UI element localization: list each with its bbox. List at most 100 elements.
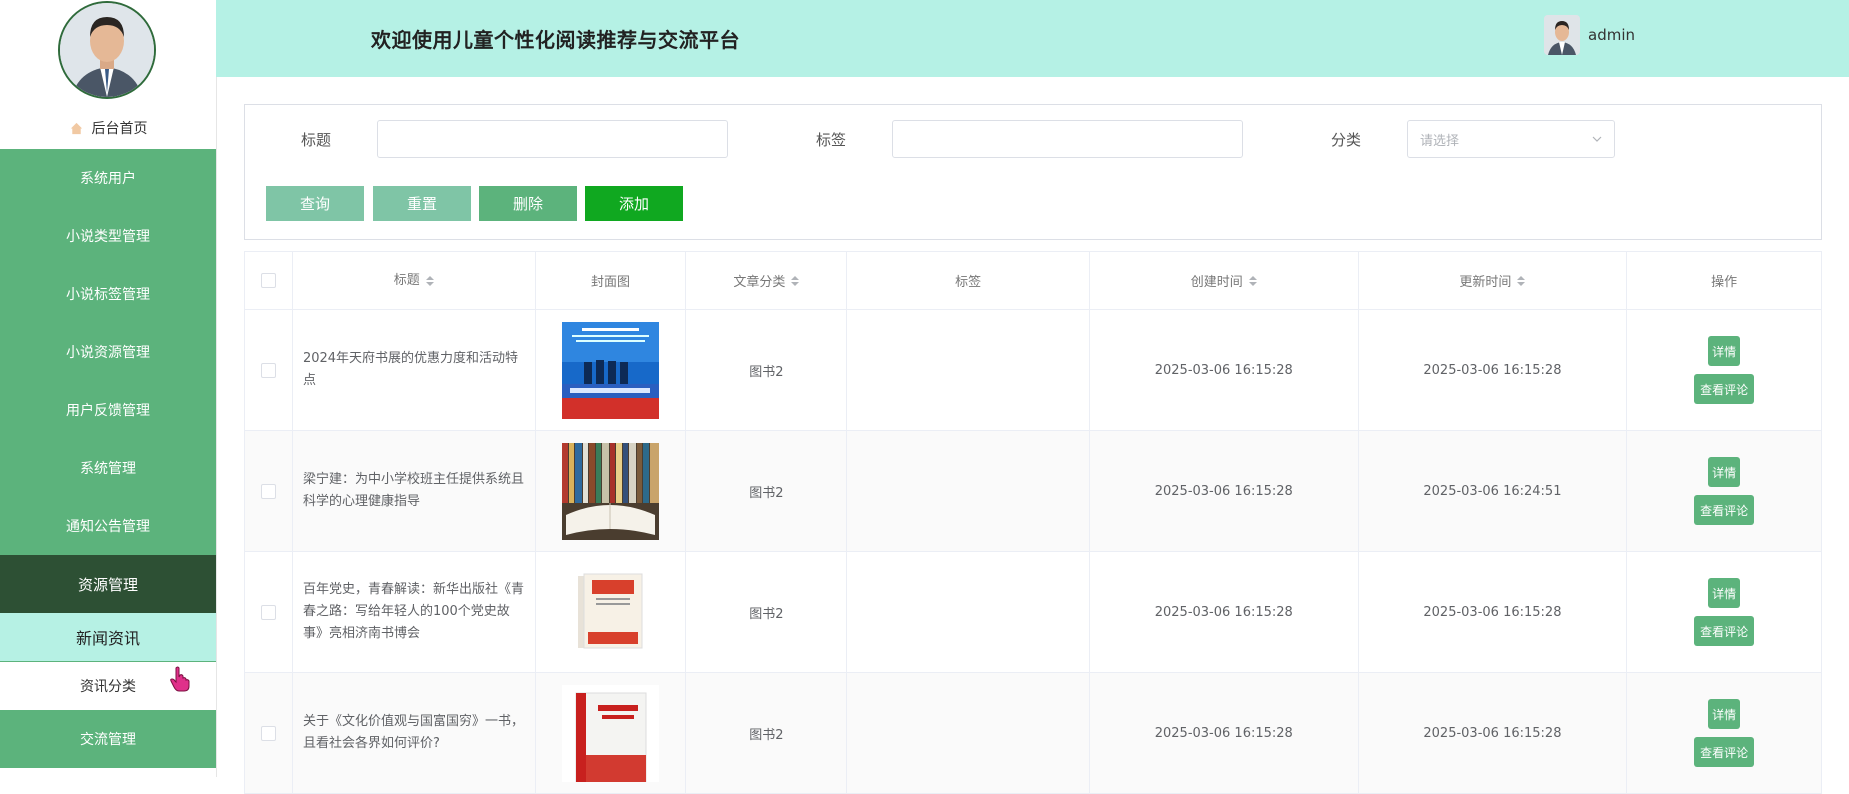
detail-button[interactable]: 详情 <box>1708 578 1741 608</box>
row-checkbox[interactable] <box>260 604 276 620</box>
col-header-tag: 标签 <box>847 252 1090 309</box>
sort-icon[interactable] <box>791 275 800 287</box>
sidebar-item-label: 小说标签管理 <box>66 287 150 303</box>
title-filter-input[interactable] <box>377 120 728 158</box>
sidebar-item-novel-types[interactable]: 小说类型管理 <box>0 207 216 265</box>
cover-image[interactable] <box>562 563 660 661</box>
detail-button[interactable]: 详情 <box>1708 336 1741 366</box>
row-actions: 详情 查看评论 <box>1627 310 1821 430</box>
row-cover-cell <box>536 552 687 672</box>
category-select-placeholder: 请选择 <box>1420 133 1460 149</box>
page-title: 欢迎使用儿童个性化阅读推荐与交流平台 <box>371 28 740 52</box>
row-created-time: 2025-03-06 16:15:28 <box>1090 310 1359 430</box>
row-actions: 详情 查看评论 <box>1627 673 1821 793</box>
row-category: 图书2 <box>686 310 848 430</box>
sidebar-item-feedback[interactable]: 用户反馈管理 <box>0 381 216 439</box>
user-menu[interactable]: admin <box>1544 15 1635 55</box>
home-link[interactable]: 后台首页 <box>0 110 216 146</box>
cover-image[interactable] <box>562 442 660 540</box>
col-header-cover: 封面图 <box>536 252 687 309</box>
sidebar: 后台首页 系统用户 小说类型管理 小说标签管理 小说资源管理 用户反馈管理 系统… <box>0 0 217 777</box>
sidebar-item-exchange[interactable]: 交流管理 <box>0 710 216 768</box>
row-category: 图书2 <box>686 552 848 672</box>
tag-filter-input[interactable] <box>892 120 1243 158</box>
sidebar-item-label: 小说资源管理 <box>66 345 150 361</box>
reset-button[interactable]: 重置 <box>373 186 471 221</box>
avatar-portrait-icon <box>60 3 154 97</box>
row-updated-time: 2025-03-06 16:15:28 <box>1359 310 1628 430</box>
col-header-actions: 操作 <box>1627 252 1821 309</box>
row-tag <box>847 431 1090 551</box>
col-header-label: 更新时间 <box>1459 275 1512 290</box>
row-updated-time: 2025-03-06 16:24:51 <box>1359 431 1628 551</box>
row-checkbox[interactable] <box>260 483 276 499</box>
sidebar-item-label: 交流管理 <box>80 732 136 748</box>
row-actions: 详情 查看评论 <box>1627 431 1821 551</box>
col-header-category[interactable]: 文章分类 <box>686 252 848 309</box>
add-button[interactable]: 添加 <box>585 186 683 221</box>
row-updated-time: 2025-03-06 16:15:28 <box>1359 552 1628 672</box>
view-comments-button[interactable]: 查看评论 <box>1694 737 1755 767</box>
sidebar-subitem-news[interactable]: 新闻资讯 <box>0 613 216 662</box>
sidebar-item-novel-tags[interactable]: 小说标签管理 <box>0 265 216 323</box>
user-portrait-icon <box>1544 15 1580 55</box>
row-cover-cell <box>536 310 687 430</box>
col-header-label: 标题 <box>393 272 420 288</box>
news-table: 标题 封面图 文章分类 标签 创建时间 更新时间 操作 2024年天府书展的优惠… <box>244 251 1822 794</box>
cover-image[interactable] <box>562 321 660 419</box>
detail-button[interactable]: 详情 <box>1708 457 1741 487</box>
row-checkbox[interactable] <box>260 362 276 378</box>
sort-icon[interactable] <box>1248 275 1257 287</box>
row-created-time: 2025-03-06 16:15:28 <box>1090 431 1359 551</box>
view-comments-button[interactable]: 查看评论 <box>1694 495 1755 525</box>
row-checkbox[interactable] <box>260 725 276 741</box>
col-header-label: 文章分类 <box>733 275 786 290</box>
sidebar-item-notices[interactable]: 通知公告管理 <box>0 497 216 555</box>
row-select-cell <box>245 431 293 551</box>
table-row: 百年党史，青春解读：新华出版社《青春之路：写给年轻人的100个党史故事》亮相济南… <box>245 552 1821 673</box>
query-button[interactable]: 查询 <box>266 186 364 221</box>
table-row: 2024年天府书展的优惠力度和活动特点 图书2 2025-03-06 16:15… <box>245 310 1821 431</box>
col-header-label: 封面图 <box>591 275 631 290</box>
tag-filter-label: 标签 <box>816 131 847 149</box>
row-category: 图书2 <box>686 673 848 793</box>
top-header: 欢迎使用儿童个性化阅读推荐与交流平台 admin <box>216 0 1849 77</box>
select-all-checkbox[interactable] <box>260 273 276 288</box>
home-label: 后台首页 <box>91 121 148 137</box>
sidebar-item-resources[interactable]: 资源管理 <box>0 555 216 613</box>
table-header: 标题 封面图 文章分类 标签 创建时间 更新时间 操作 <box>245 252 1821 310</box>
sidebar-item-system-users[interactable]: 系统用户 <box>0 149 216 207</box>
title-filter-label: 标题 <box>301 131 332 149</box>
category-filter-label: 分类 <box>1331 131 1362 149</box>
row-created-time: 2025-03-06 16:15:28 <box>1090 552 1359 672</box>
col-header-title[interactable]: 标题 <box>293 252 536 309</box>
sidebar-item-novel-resources[interactable]: 小说资源管理 <box>0 323 216 381</box>
table-row: 关于《文化价值观与国富国穷》一书，且看社会各界如何评价? 图书2 2025-03… <box>245 673 1821 794</box>
sidebar-item-label: 系统用户 <box>80 171 136 187</box>
user-avatar <box>1544 15 1580 55</box>
sidebar-item-system-management[interactable]: 系统管理 <box>0 439 216 497</box>
view-comments-button[interactable]: 查看评论 <box>1694 374 1755 404</box>
category-select[interactable]: 请选择 <box>1407 120 1615 158</box>
sidebar-item-label: 通知公告管理 <box>66 519 150 535</box>
hand-cursor-icon <box>170 666 190 692</box>
search-panel: 标题 标签 分类 请选择 查询 重置 删除 添加 <box>244 104 1822 240</box>
row-updated-time: 2025-03-06 16:15:28 <box>1359 673 1628 793</box>
sidebar-subitem-label: 资讯分类 <box>80 679 136 695</box>
cover-image[interactable] <box>562 684 660 782</box>
sidebar-subitem-label: 新闻资讯 <box>75 629 140 648</box>
row-select-cell <box>245 310 293 430</box>
sort-icon[interactable] <box>1517 275 1526 287</box>
chevron-down-icon <box>1592 136 1602 142</box>
admin-avatar <box>58 1 156 99</box>
detail-button[interactable]: 详情 <box>1708 699 1741 729</box>
view-comments-button[interactable]: 查看评论 <box>1694 616 1755 646</box>
row-title: 2024年天府书展的优惠力度和活动特点 <box>293 310 536 430</box>
col-header-label: 标签 <box>955 275 982 290</box>
col-header-updated[interactable]: 更新时间 <box>1359 252 1628 309</box>
delete-button[interactable]: 删除 <box>479 186 577 221</box>
row-title: 梁宁建：为中小学校班主任提供系统且科学的心理健康指导 <box>293 431 536 551</box>
sort-icon[interactable] <box>425 275 434 287</box>
row-select-cell <box>245 673 293 793</box>
col-header-created[interactable]: 创建时间 <box>1090 252 1359 309</box>
